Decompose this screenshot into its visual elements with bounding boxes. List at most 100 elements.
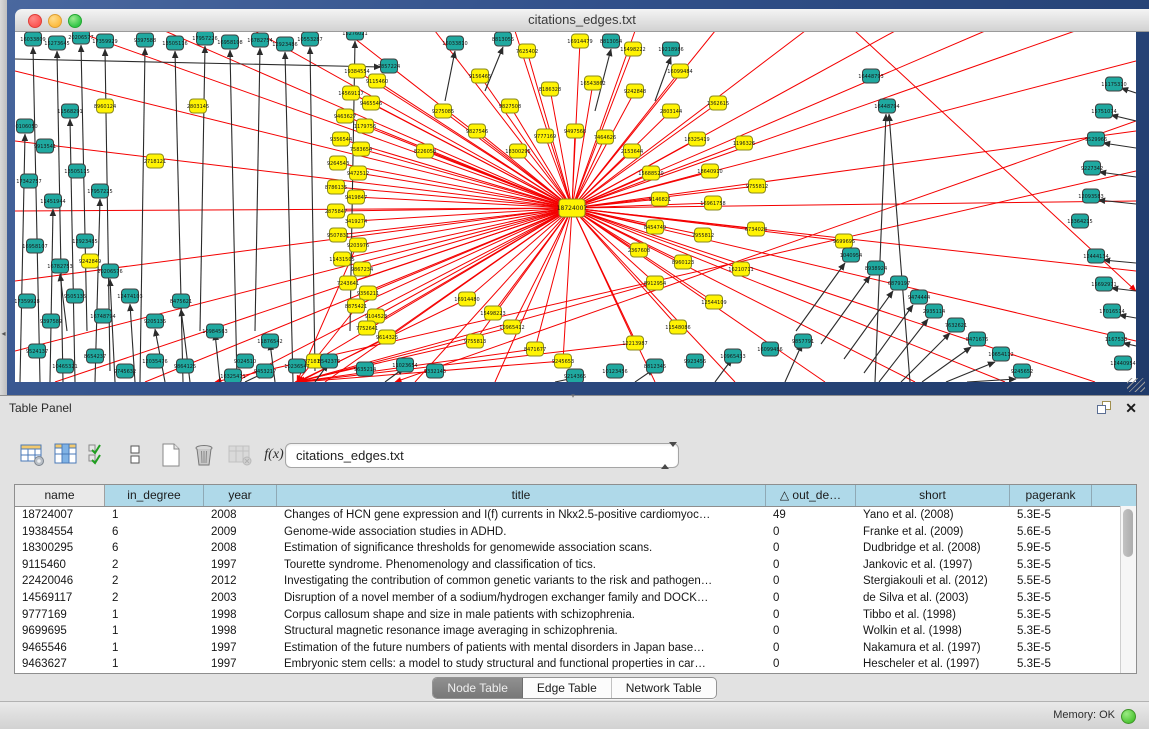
float-panel-icon[interactable]	[1097, 401, 1111, 414]
svg-text:9205135: 9205135	[144, 319, 166, 325]
table-vertical-scrollbar[interactable]	[1120, 506, 1136, 673]
citation-network-graph[interactable]: 1830029597771699497568746462621536441568…	[15, 31, 1136, 382]
svg-text:15688520: 15688520	[638, 171, 663, 177]
svg-text:9397589: 9397589	[40, 319, 62, 325]
svg-text:9419847: 9419847	[345, 195, 367, 201]
svg-text:16210711: 16210711	[728, 267, 753, 273]
svg-text:7752641: 7752641	[356, 326, 378, 332]
svg-text:8938924: 8938924	[865, 266, 887, 272]
svg-text:16914480: 16914480	[454, 297, 479, 303]
svg-text:13505116: 13505116	[162, 41, 187, 47]
table-row[interactable]: 1456911722003Disruption of a novel membe…	[15, 590, 1136, 607]
function-builder-icon[interactable]: f(x)	[261, 442, 287, 468]
svg-text:10123456: 10123456	[602, 369, 627, 375]
table-row[interactable]: 969969511998Structural magnetic resonanc…	[15, 623, 1136, 640]
delete-table-icon[interactable]	[191, 442, 217, 468]
network-view-canvas[interactable]: 1830029597771699497568746462621536441568…	[15, 31, 1136, 382]
column-header-short[interactable]: short	[856, 485, 1010, 506]
svg-text:16099486: 16099486	[757, 347, 782, 353]
svg-text:2875847: 2875847	[325, 209, 347, 215]
svg-text:17359929: 17359929	[92, 39, 117, 45]
tab-edge-table[interactable]: Edge Table	[523, 678, 612, 698]
import-table-icon-disabled	[227, 442, 253, 468]
svg-text:1196326: 1196326	[733, 141, 755, 147]
svg-text:17016514: 17016514	[1099, 309, 1124, 315]
svg-text:9356544: 9356544	[330, 137, 352, 143]
svg-text:12440954: 12440954	[1110, 361, 1135, 367]
svg-text:15692971: 15692971	[1091, 282, 1116, 288]
collapse-left-icon[interactable]: ◂	[0, 330, 7, 338]
tab-network-table[interactable]: Network Table	[612, 678, 716, 698]
svg-text:9497568: 9497568	[564, 129, 586, 135]
svg-text:16748794: 16748794	[90, 314, 115, 320]
svg-text:10236547: 10236547	[284, 364, 309, 370]
column-header-name[interactable]: name	[15, 485, 105, 506]
window-resize-grip[interactable]	[1127, 378, 1145, 392]
panel-title: Table Panel	[9, 396, 72, 420]
select-columns-icon[interactable]	[86, 442, 112, 468]
svg-text:8471676: 8471676	[966, 337, 988, 343]
table-row[interactable]: 946362711997Embryonic stem cells: a mode…	[15, 656, 1136, 673]
svg-text:8471677: 8471677	[524, 347, 546, 353]
svg-text:16958107: 16958107	[22, 244, 47, 250]
svg-text:10553287: 10553287	[297, 37, 322, 43]
node-table: namein_degreeyeartitle△ out_de…shortpage…	[14, 484, 1137, 674]
svg-text:20106050: 20106050	[15, 124, 38, 130]
svg-text:9245653: 9245653	[552, 359, 574, 365]
svg-text:9635214: 9635214	[354, 367, 376, 373]
table-selector-dropdown[interactable]: citations_edges.txt	[285, 443, 679, 468]
show-column-icon[interactable]	[53, 442, 79, 468]
svg-text:7632621: 7632621	[945, 323, 967, 329]
svg-text:9505135: 9505135	[64, 294, 86, 300]
svg-text:18300295: 18300295	[505, 149, 530, 155]
svg-text:9507831: 9507831	[327, 233, 349, 239]
table-mode-icon[interactable]	[20, 442, 46, 468]
svg-text:9867234: 9867234	[351, 267, 373, 273]
svg-text:9242849: 9242849	[79, 259, 101, 265]
table-row[interactable]: 911546021997Tourette syndrome. Phenomeno…	[15, 557, 1136, 574]
svg-text:10965433: 10965433	[720, 354, 745, 360]
close-panel-icon[interactable]: ✕	[1125, 399, 1137, 417]
column-header-year[interactable]: year	[204, 485, 277, 506]
column-header-in_degree[interactable]: in_degree	[105, 485, 204, 506]
column-header-title[interactable]: title	[277, 485, 766, 506]
table-row[interactable]: 946554611997Estimation of the future num…	[15, 640, 1136, 657]
create-table-icon[interactable]	[158, 442, 184, 468]
table-row[interactable]: 2242004622012Investigating the contribut…	[15, 573, 1136, 590]
tab-node-table[interactable]: Node Table	[433, 678, 523, 698]
svg-text:16914479: 16914479	[567, 39, 592, 45]
svg-text:9913541: 9913541	[34, 144, 56, 150]
column-header-out_de[interactable]: △ out_de…	[766, 485, 856, 506]
svg-text:9275085: 9275085	[432, 109, 454, 115]
svg-text:9755813: 9755813	[464, 339, 486, 345]
table-row[interactable]: 1830029562008Estimation of significance …	[15, 540, 1136, 557]
network-window-titlebar[interactable]: citations_edges.txt	[15, 9, 1149, 32]
svg-text:16543862: 16543862	[580, 81, 605, 87]
svg-text:8542376: 8542376	[318, 359, 340, 365]
svg-text:9745632: 9745632	[114, 369, 136, 375]
svg-text:16782754: 16782754	[247, 38, 272, 44]
svg-text:9397588: 9397588	[134, 38, 156, 44]
svg-text:12035476: 12035476	[142, 359, 167, 365]
svg-text:16033809: 16033809	[20, 37, 45, 43]
svg-text:18325419: 18325419	[684, 137, 709, 143]
svg-text:6734028: 6734028	[745, 227, 767, 233]
svg-text:11175310: 11175310	[1101, 82, 1126, 88]
table-header-row: namein_degreeyeartitle△ out_de…shortpage…	[15, 485, 1136, 507]
table-row[interactable]: 1872400712008Changes of HCN gene express…	[15, 507, 1136, 524]
svg-text:8654237: 8654237	[84, 354, 106, 360]
svg-text:17342757: 17342757	[16, 179, 41, 185]
svg-text:9332145: 9332145	[424, 369, 446, 375]
svg-text:16325471: 16325471	[220, 374, 245, 380]
row-height-icon[interactable]	[122, 442, 148, 468]
svg-text:8813055: 8813055	[492, 37, 514, 43]
column-header-pagerank[interactable]: pagerank	[1010, 485, 1092, 506]
svg-text:8875421: 8875421	[345, 304, 367, 310]
scrollbar-thumb[interactable]	[1123, 509, 1133, 557]
svg-text:12093583: 12093583	[1078, 194, 1103, 200]
svg-text:10465321: 10465321	[52, 364, 77, 370]
svg-text:14569117: 14569117	[338, 91, 363, 97]
table-row[interactable]: 1938455462009Genome-wide association stu…	[15, 524, 1136, 541]
table-row[interactable]: 977716911998Corpus callosum shape and si…	[15, 607, 1136, 624]
svg-text:9614325: 9614325	[376, 335, 398, 341]
